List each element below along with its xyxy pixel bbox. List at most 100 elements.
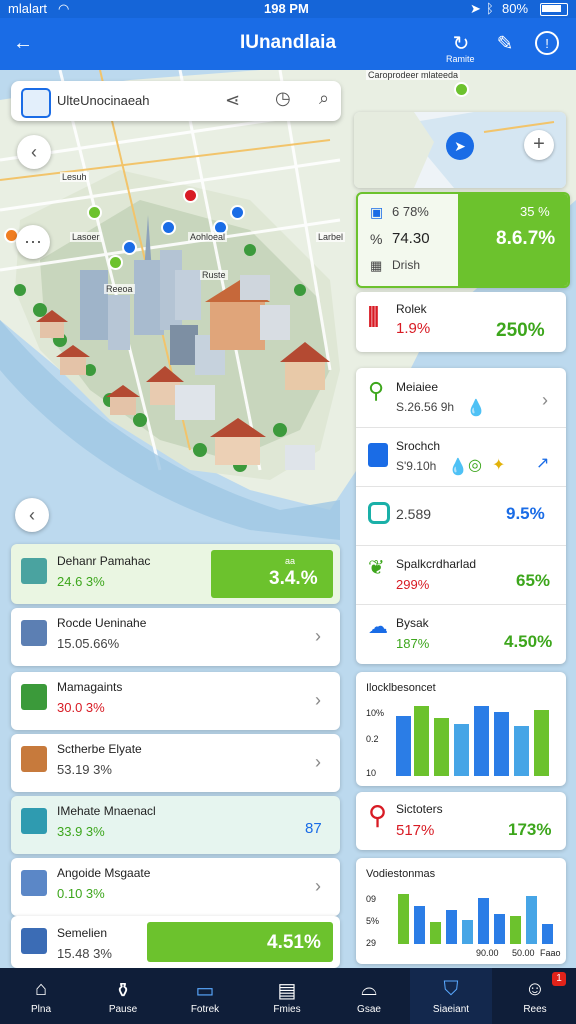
- navigate-icon[interactable]: ➤: [446, 132, 474, 160]
- map-pin-icon[interactable]: [108, 255, 123, 270]
- map-pin-icon[interactable]: [161, 220, 176, 235]
- carrier-text: mlalart: [8, 1, 48, 16]
- search-input[interactable]: UlteUnocinaeah: [57, 93, 150, 108]
- calendar-icon: ▤: [277, 980, 297, 1002]
- chevron-right-icon[interactable]: ›: [315, 752, 321, 773]
- chevron-right-icon[interactable]: ›: [542, 390, 548, 411]
- badge-value: 4.51%: [267, 932, 321, 953]
- list-item[interactable]: Semelien 15.48 3% 4.51%: [11, 916, 340, 968]
- list-item-title: Mamagaints: [57, 680, 123, 694]
- info-icon[interactable]: !: [532, 28, 562, 58]
- map-pin-icon[interactable]: [183, 188, 198, 203]
- nav-label: Fmies: [273, 1004, 301, 1015]
- home-icon: ⌂: [34, 978, 48, 1000]
- map-pin-icon[interactable]: [87, 205, 102, 220]
- nav-item-fmies[interactable]: ▤ Fmies: [246, 968, 328, 1024]
- search-bar[interactable]: UlteUnocinaeah ⋖ ◷ ⌕: [11, 81, 341, 121]
- collapse-left-button[interactable]: ‹: [17, 135, 51, 169]
- edit-icon[interactable]: ✎: [490, 28, 520, 58]
- nav-item-fotrek[interactable]: ▭ Fotrek: [164, 968, 246, 1024]
- chart-tick: 10: [366, 768, 377, 778]
- app-header: ← IUnandlaia ↻ Ramite ✎ !: [0, 18, 576, 70]
- share-icon[interactable]: ⋖: [225, 90, 240, 111]
- nav-label: Siaeiant: [432, 1004, 470, 1015]
- chart-bar: [514, 726, 529, 776]
- list-item-title: Dehanr Pamahac: [57, 554, 151, 568]
- clock-text: 198 PM: [264, 1, 309, 16]
- back-map-button[interactable]: ‹: [15, 498, 49, 532]
- chart-x-label: 90.00: [476, 948, 499, 958]
- nav-item-home[interactable]: ⌂ Plna: [0, 968, 82, 1024]
- list-item-title: Meiaiee: [396, 380, 439, 394]
- chevron-right-icon[interactable]: ›: [315, 876, 321, 897]
- list-item-value: 24.6 3%: [57, 574, 105, 589]
- chevron-right-icon[interactable]: ›: [315, 626, 321, 647]
- list-item[interactable]: Rocde Ueninahe 15.05.66% ›: [11, 608, 340, 666]
- list-item-title: Srochch: [396, 439, 441, 453]
- metric-card[interactable]: ⚲ Sictoters 517% 173%: [356, 792, 566, 850]
- map-pin-icon[interactable]: [122, 240, 137, 255]
- right-list: ⚲ Meiaiee S.26.56 9h 💧 › Srochch S'9.10h…: [356, 368, 566, 664]
- green-stat-card[interactable]: ▣ 6 78% 35 % % 74.30 8.6.7% ▦ Drish: [356, 192, 570, 288]
- list-item[interactable]: ❦ Spalkcrdharlad 299% 65%: [356, 545, 566, 605]
- bottom-nav: ⌂ Plna ⚱ Pause ▭ Fotrek ▤ Fmies ⌓ Gsae ⛉…: [0, 968, 576, 1024]
- zoom-in-icon[interactable]: +: [524, 130, 554, 160]
- map-pin-icon[interactable]: [230, 205, 245, 220]
- location-icon: ⚲: [368, 800, 388, 830]
- list-item-value: 2.589: [396, 506, 432, 522]
- list-item[interactable]: IMehate Mnaenacl 33.9 3% 87: [11, 796, 340, 854]
- list-item[interactable]: Dehanr Pamahac 24.6 3% aa 3.4.%: [11, 544, 340, 604]
- battery-percent: 80%: [502, 1, 529, 16]
- mini-map-card[interactable]: ➤ +: [354, 112, 566, 188]
- chart-bar: [494, 914, 505, 944]
- list-item-title: Semelien: [57, 926, 108, 940]
- wifi-icon: ◠: [58, 1, 70, 16]
- stat-card-label: Rolek: [396, 302, 427, 316]
- clock-icon[interactable]: ◷: [275, 88, 291, 109]
- chart-tick: 0.2: [366, 734, 379, 744]
- refresh-label: Ramite: [446, 54, 475, 64]
- nav-item-pause[interactable]: ⚱ Pause: [82, 968, 164, 1024]
- map-pin-icon[interactable]: [454, 82, 469, 97]
- drop-icon: 💧: [466, 400, 486, 417]
- trend-icon[interactable]: ↗: [536, 453, 549, 473]
- value-badge: 4.51%: [147, 922, 333, 962]
- shield-icon: ⛉: [443, 978, 459, 1000]
- list-item[interactable]: ☁ Bysak 187% 4.50%: [356, 604, 566, 664]
- nav-item-gsae[interactable]: ⌓ Gsae: [328, 968, 410, 1024]
- map-icon: ▭: [195, 980, 215, 1002]
- green-card-row1-left: 6 78%: [392, 204, 429, 219]
- stat-card-right: 250%: [496, 320, 545, 341]
- chart-bar: [446, 910, 457, 944]
- list-item[interactable]: Mamagaints 30.0 3% ›: [11, 672, 340, 730]
- list-item[interactable]: Srochch S'9.10h 💧 ◎ ✦ ↗: [356, 427, 566, 487]
- menu-dots-button[interactable]: ⋯: [16, 225, 50, 259]
- chevron-right-icon[interactable]: ›: [315, 690, 321, 711]
- nav-label: Fotrek: [190, 1004, 220, 1015]
- chart-bar: [542, 924, 553, 944]
- map-label: Lasoer: [70, 232, 102, 242]
- bluetooth-icon: ᛒ: [486, 1, 494, 16]
- nav-item-siaeiant[interactable]: ⛉ Siaeiant: [410, 968, 492, 1024]
- list-item[interactable]: ⚲ Meiaiee S.26.56 9h 💧 ›: [356, 368, 566, 428]
- map-label: Reeoa: [104, 284, 135, 294]
- house-icon: [21, 746, 47, 772]
- list-item-value: 53.19 3%: [57, 762, 112, 777]
- nav-item-rees[interactable]: ☺ Rees 1: [494, 968, 576, 1024]
- chart-bar: [398, 894, 409, 944]
- stat-card[interactable]: ⫴ Rolek 1.9% 250%: [356, 292, 566, 352]
- pin-icon: ⚲: [368, 378, 385, 403]
- list-item[interactable]: Sctherbe Elyate 53.19 3% ›: [11, 734, 340, 792]
- percent-icon: %: [370, 231, 383, 247]
- cloud-icon: ☁: [368, 616, 388, 638]
- search-icon[interactable]: ⌕: [319, 88, 329, 109]
- metric-left: 517%: [396, 822, 435, 839]
- compass-icon: ⚱: [114, 980, 132, 1002]
- list-item[interactable]: 2.589 9.5%: [356, 486, 566, 546]
- office-icon: [21, 620, 47, 646]
- bridge-icon: [21, 808, 47, 834]
- chart-bar: [462, 920, 473, 944]
- badge-value: 3.4.%: [269, 568, 318, 589]
- bars-icon: ⫴: [368, 302, 379, 332]
- list-item[interactable]: Angoide Msgaate 0.10 3% ›: [11, 858, 340, 916]
